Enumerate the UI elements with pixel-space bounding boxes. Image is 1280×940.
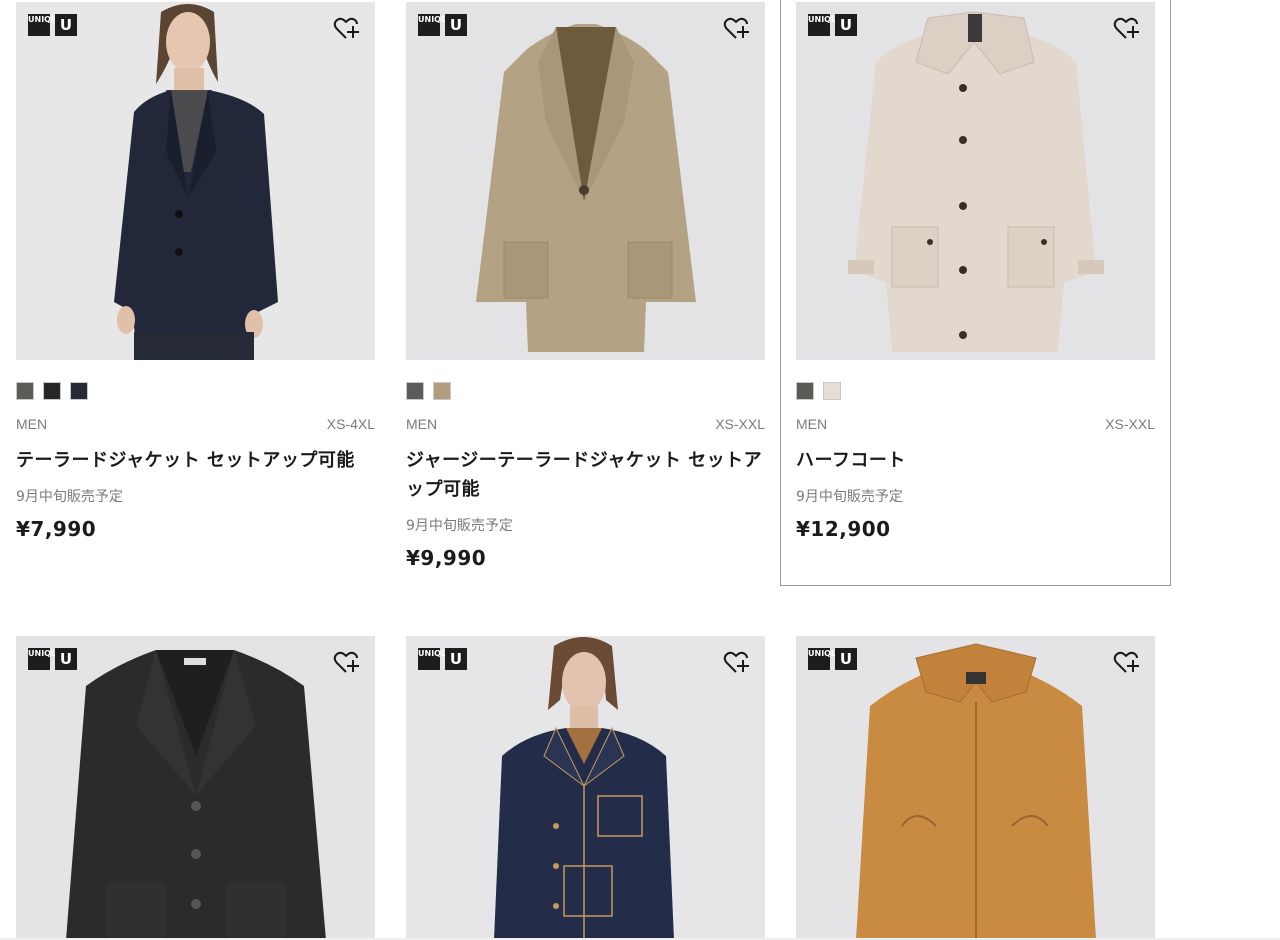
color-swatches: [796, 382, 841, 400]
product-price: ¥7,990: [16, 517, 97, 541]
logo-text-top: UNI: [808, 649, 825, 658]
uniqlo-u-logo: UNI QLO U: [28, 14, 77, 36]
color-swatch-beige[interactable]: [433, 382, 451, 400]
logo-text-top: UNI: [418, 15, 435, 24]
product-price: ¥12,900: [796, 517, 891, 541]
u-logo: U: [445, 648, 467, 670]
product-image[interactable]: UNI QLO U: [406, 636, 765, 940]
favorite-add-icon[interactable]: [333, 16, 361, 42]
u-logo: U: [55, 648, 77, 670]
product-card[interactable]: UNI QLO U: [796, 636, 1155, 940]
color-swatch-gray[interactable]: [16, 382, 34, 400]
product-image[interactable]: UNI QLO U: [406, 2, 765, 360]
uniqlo-u-logo: UNI QLO U: [28, 648, 77, 670]
color-swatch-navy[interactable]: [70, 382, 88, 400]
logo-text-top: UNI: [28, 649, 45, 658]
logo-text-top: UNI: [28, 15, 45, 24]
u-logo: U: [55, 14, 77, 36]
product-card[interactable]: UNI QLO U: [16, 636, 375, 940]
product-image[interactable]: UNI QLO U: [796, 636, 1155, 940]
size-range: XS-4XL: [326, 416, 375, 432]
uniqlo-logo: UNI QLO: [418, 648, 453, 670]
size-range: XS-XXL: [715, 416, 765, 432]
color-swatch-ivory[interactable]: [823, 382, 841, 400]
color-swatch-gray[interactable]: [796, 382, 814, 400]
color-swatch-black[interactable]: [43, 382, 61, 400]
favorite-add-icon[interactable]: [333, 650, 361, 676]
uniqlo-logo: UNI QLO: [808, 14, 843, 36]
product-name[interactable]: ジャージーテーラードジャケット セットアップ可能: [406, 446, 765, 504]
gender-label: MEN: [406, 416, 438, 432]
corduroy-blouson-image: [856, 643, 1096, 940]
uniqlo-u-logo: UNI QLO U: [418, 648, 467, 670]
logo-text-top: UNI: [808, 15, 825, 24]
favorite-add-icon[interactable]: [723, 650, 751, 676]
product-image[interactable]: UNI QLO U: [796, 2, 1155, 360]
uniqlo-logo: UNI QLO: [28, 14, 63, 36]
navy-tailored-jacket-image: [114, 4, 278, 360]
favorite-add-icon[interactable]: [1113, 650, 1141, 676]
favorite-add-icon[interactable]: [1113, 16, 1141, 42]
u-logo: U: [835, 648, 857, 670]
uniqlo-u-logo: UNI QLO U: [808, 648, 857, 670]
product-card[interactable]: UNI QLO U MEN XS-4XL テーラードジャケット セットアップ可能…: [16, 2, 375, 602]
release-note: 9月中旬販売予定: [406, 518, 513, 534]
gender-label: MEN: [796, 416, 828, 432]
product-price: ¥9,990: [406, 546, 487, 570]
uniqlo-logo: UNI QLO: [28, 648, 63, 670]
black-knit-jacket-image: [66, 650, 326, 940]
product-card[interactable]: UNI QLO U MEN XS-XXL ジャージーテーラードジャケット セット…: [406, 2, 765, 602]
u-logo: U: [445, 14, 467, 36]
favorite-add-icon[interactable]: [723, 16, 751, 42]
size-range: XS-XXL: [1105, 416, 1155, 432]
color-swatches: [16, 382, 88, 400]
beige-jacket-image: [476, 24, 696, 352]
u-logo: U: [835, 14, 857, 36]
gender-label: MEN: [16, 416, 48, 432]
release-note: 9月中旬販売予定: [16, 489, 123, 505]
product-image[interactable]: UNI QLO U: [16, 636, 375, 940]
product-card[interactable]: UNI QLO U MEN XS-XXL ハーフコート 9月中旬販売予定 ¥12…: [780, 0, 1171, 586]
half-coat-image: [848, 11, 1104, 352]
denim-jacket-image: [494, 637, 674, 940]
release-note: 9月中旬販売予定: [796, 489, 903, 505]
product-name[interactable]: ハーフコート: [796, 446, 1155, 475]
uniqlo-logo: UNI QLO: [418, 14, 453, 36]
uniqlo-u-logo: UNI QLO U: [808, 14, 857, 36]
uniqlo-u-logo: UNI QLO U: [418, 14, 467, 36]
product-card[interactable]: UNI QLO U: [406, 636, 765, 940]
uniqlo-logo: UNI QLO: [808, 648, 843, 670]
product-name[interactable]: テーラードジャケット セットアップ可能: [16, 446, 375, 475]
logo-text-top: UNI: [418, 649, 435, 658]
product-image[interactable]: UNI QLO U: [16, 2, 375, 360]
color-swatches: [406, 382, 451, 400]
color-swatch-gray[interactable]: [406, 382, 424, 400]
